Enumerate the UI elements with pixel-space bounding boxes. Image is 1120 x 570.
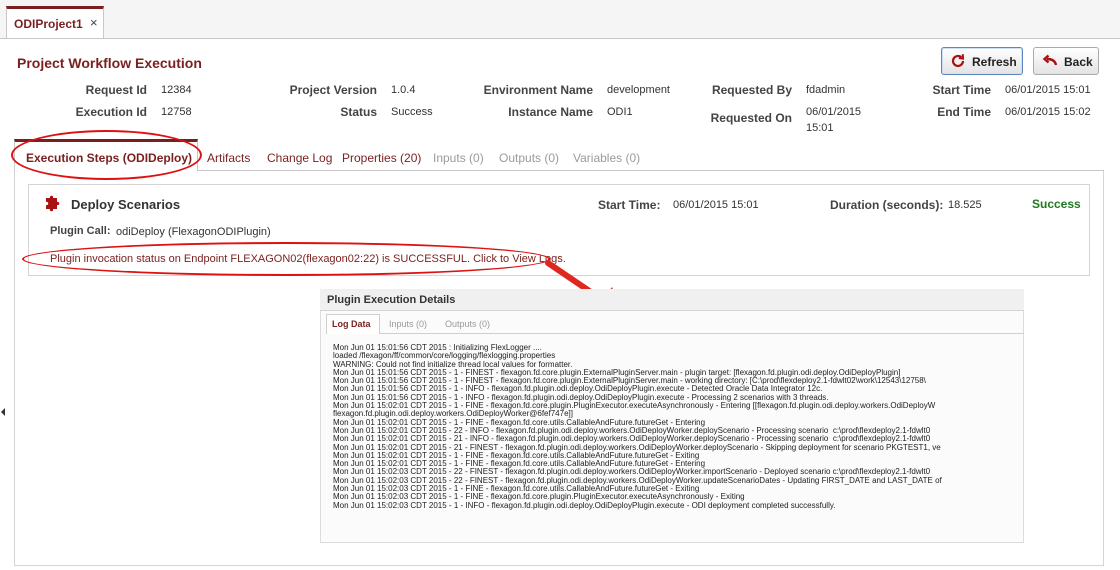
plugin-details-title: Plugin Execution Details — [327, 294, 456, 306]
tab-change-log[interactable]: Change Log — [267, 151, 332, 165]
annotation-ellipse-status — [22, 242, 550, 276]
tab-variables[interactable]: Variables (0) — [573, 151, 640, 165]
close-icon[interactable]: × — [90, 15, 98, 30]
instance-name-value: ODI1 — [607, 106, 633, 118]
tab-inputs[interactable]: Inputs (0) — [433, 151, 484, 165]
log-line: Mon Jun 01 15:02:03 CDT 2015 - 1 - INFO … — [333, 500, 836, 510]
document-tab-label[interactable]: ODIProject1 — [14, 17, 83, 31]
step-start-time-value: 06/01/2015 15:01 — [673, 199, 759, 211]
status-value: Success — [391, 106, 433, 118]
refresh-button-label: Refresh — [972, 55, 1017, 69]
requested-on-time: 15:01 — [806, 122, 834, 134]
start-time-value: 06/01/2015 15:01 — [1005, 84, 1091, 96]
request-id-value: 12384 — [161, 84, 192, 96]
end-time-value: 06/01/2015 15:02 — [1005, 106, 1091, 118]
document-tab-strip — [0, 0, 1120, 39]
end-time-label: End Time — [937, 105, 991, 119]
status-label: Status — [340, 105, 377, 119]
refresh-button[interactable]: Refresh — [941, 47, 1023, 75]
annotation-ellipse-tab — [11, 130, 202, 180]
log-output: Mon Jun 01 15:01:56 CDT 2015 : Initializ… — [333, 344, 1023, 510]
request-id-label: Request Id — [85, 83, 147, 97]
plugin-tabs-divider — [380, 333, 1024, 334]
project-version-value: 1.0.4 — [391, 84, 416, 96]
step-title: Deploy Scenarios — [71, 197, 181, 212]
back-button-label: Back — [1064, 55, 1093, 69]
plugin-call-value: odiDeploy (FlexagonODIPlugin) — [116, 226, 271, 238]
requested-by-value: fdadmin — [806, 84, 846, 96]
step-duration-label: Duration (seconds): — [830, 198, 944, 212]
tab-artifacts[interactable]: Artifacts — [207, 151, 250, 165]
refresh-icon — [951, 54, 965, 68]
tab-plugin-outputs[interactable]: Outputs (0) — [445, 319, 490, 329]
execution-id-label: Execution Id — [75, 105, 147, 119]
plugin-call-label: Plugin Call: — [50, 225, 111, 237]
step-duration-value: 18.525 — [948, 199, 982, 211]
execution-id-value: 12758 — [161, 106, 192, 118]
requested-by-label: Requested By — [711, 83, 792, 97]
step-result-badge: Success — [1032, 197, 1081, 211]
puzzle-piece-icon — [46, 195, 60, 212]
collapse-left-icon[interactable] — [0, 405, 6, 419]
page-title: Project Workflow Execution — [17, 55, 202, 71]
instance-name-label: Instance Name — [508, 105, 593, 119]
tab-log-data-label[interactable]: Log Data — [332, 319, 371, 329]
start-time-label: Start Time — [932, 83, 991, 97]
tab-outputs[interactable]: Outputs (0) — [499, 151, 559, 165]
environment-name-value: development — [607, 84, 670, 96]
step-start-time-label: Start Time: — [598, 198, 661, 212]
tab-plugin-inputs[interactable]: Inputs (0) — [389, 319, 427, 329]
project-version-label: Project Version — [289, 83, 377, 97]
environment-name-label: Environment Name — [483, 83, 593, 97]
tab-properties[interactable]: Properties (20) — [342, 151, 421, 165]
requested-on-label: Requested On — [710, 111, 792, 125]
back-button[interactable]: Back — [1033, 47, 1099, 75]
requested-on-date: 06/01/2015 — [806, 106, 862, 118]
back-arrow-icon — [1042, 54, 1058, 66]
